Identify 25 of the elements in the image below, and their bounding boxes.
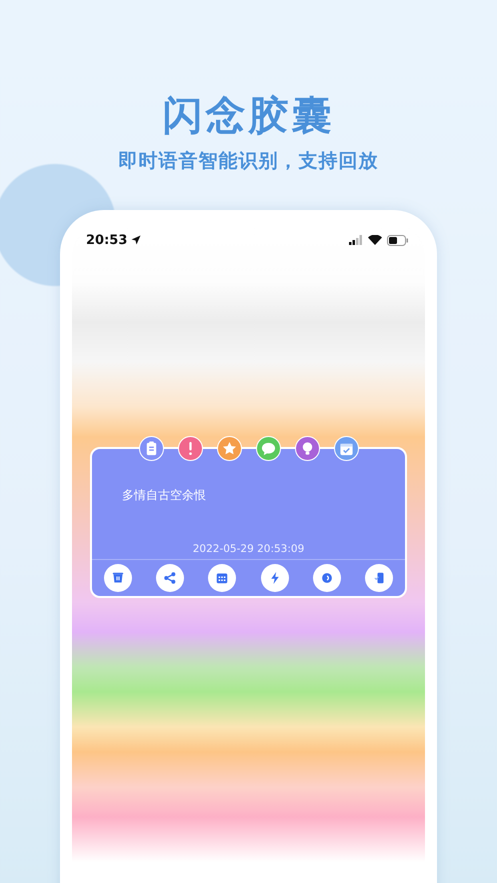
category-button[interactable]: [178, 436, 202, 461]
category-button[interactable]: [138, 436, 164, 461]
tagline: 即时语音智能识别，支持回放: [118, 149, 378, 174]
category-icon: [188, 441, 192, 456]
lightning-button[interactable]: [260, 564, 289, 592]
calendar-button[interactable]: [208, 564, 236, 592]
headline: 闪念胶囊: [162, 92, 334, 141]
category-button[interactable]: [256, 436, 280, 461]
category-button[interactable]: [294, 436, 320, 461]
status-time: 20:53: [86, 232, 128, 248]
battery-icon: [387, 234, 409, 246]
category-icon: [338, 441, 354, 456]
trash-button[interactable]: [104, 564, 132, 592]
signal-icon: [349, 235, 363, 245]
location-arrow-icon: [131, 235, 142, 245]
category-icon: [260, 441, 276, 456]
category-button[interactable]: [216, 436, 242, 461]
category-icon: [222, 441, 236, 456]
moon-button[interactable]: [312, 564, 341, 592]
door-button[interactable]: [364, 564, 393, 592]
category-button[interactable]: [334, 436, 358, 461]
wifi-icon: [368, 235, 382, 245]
note-timestamp: 2022-05-29 20:53:09: [192, 543, 304, 555]
share-button[interactable]: [156, 564, 184, 592]
note-text: 多情自古空余恨: [122, 488, 206, 502]
